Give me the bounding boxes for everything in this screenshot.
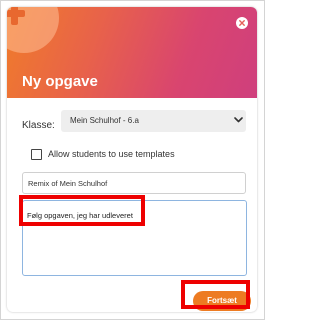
assignment-name-value: Remix of Mein Schulhof [28,179,108,188]
highlight-box-continue [181,280,250,309]
class-label: Klasse: [22,120,55,131]
class-select-value: Mein Schulhof - 6.a [70,116,139,125]
dialog-header: Ny opgave [7,7,257,98]
highlight-box-description [19,195,145,226]
allow-templates-checkbox[interactable] [31,149,42,160]
new-assignment-dialog: Ny opgave Klasse: Mein Schulhof - 6.a Al… [7,7,257,312]
assignment-name-input[interactable]: Remix of Mein Schulhof [22,172,246,194]
dialog-title: Ny opgave [22,73,98,90]
allow-templates-label: Allow students to use templates [48,149,175,159]
close-icon[interactable] [236,17,248,29]
class-select[interactable]: Mein Schulhof - 6.a [61,110,246,132]
chevron-down-icon [234,117,243,123]
plus-icon[interactable] [7,7,59,53]
